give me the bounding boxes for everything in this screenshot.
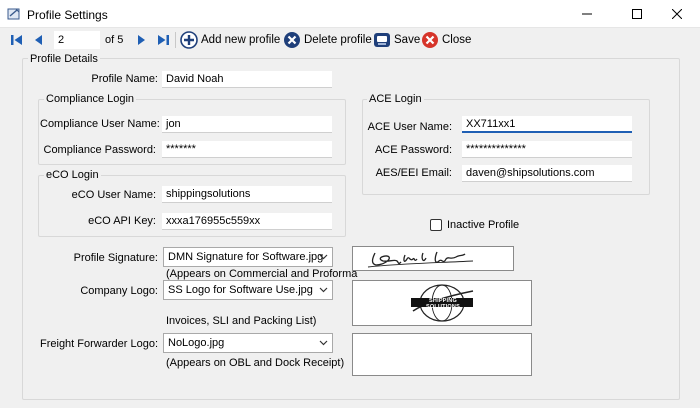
next-record-icon [138, 35, 145, 45]
window-close-button[interactable] [654, 0, 700, 28]
chevron-down-icon [319, 254, 328, 260]
save-icon [374, 33, 390, 47]
title-bar: Profile Settings [0, 0, 700, 28]
forwarder-logo-note: (Appears on OBL and Dock Receipt) [166, 357, 345, 369]
compliance-user-input[interactable]: jon [162, 116, 332, 133]
ace-user-input[interactable]: XX711xx1 [462, 116, 632, 133]
record-number-input[interactable]: 2 [54, 31, 100, 49]
eco-user-label: eCO User Name: [71, 189, 156, 201]
app-icon [7, 8, 20, 20]
profile-name-input[interactable]: David Noah [162, 71, 332, 88]
forwarder-logo-select-value: NoLogo.jpg [168, 337, 225, 349]
signature-select-value: DMN Signature for Software.jpg [168, 251, 324, 263]
forwarder-logo-preview [352, 333, 532, 376]
delete-icon [284, 32, 300, 48]
compliance-password-label: Compliance Password: [43, 144, 157, 156]
compliance-login-title: Compliance Login [44, 93, 137, 105]
close-button[interactable]: Close [421, 31, 471, 49]
ace-user-label: ACE User Name: [367, 121, 452, 133]
ace-email-label: AES/EEI Email: [375, 167, 452, 179]
close-icon [672, 9, 682, 19]
compliance-password-input[interactable]: ******* [162, 141, 332, 158]
first-record-icon [11, 35, 22, 45]
company-logo-select[interactable]: SS Logo for Software Use.jpg [163, 280, 333, 300]
previous-record-icon [35, 35, 42, 45]
ace-login-title: ACE Login [367, 93, 424, 105]
inactive-profile-checkbox[interactable] [430, 219, 442, 231]
signature-preview [352, 246, 514, 271]
profile-name-label: Profile Name: [91, 73, 158, 85]
company-logo-label: Company Logo: [80, 285, 158, 297]
add-icon [180, 31, 198, 49]
chevron-down-icon [319, 287, 328, 293]
toolbar-separator [175, 32, 176, 48]
add-profile-label: Add new profile [201, 34, 281, 46]
delete-profile-button[interactable]: Delete profile [283, 31, 372, 49]
signature-note: (Appears on Commercial and Proforma [166, 268, 358, 280]
forwarder-logo-label: Freight Forwarder Logo: [40, 338, 158, 350]
company-logo-select-value: SS Logo for Software Use.jpg [168, 284, 313, 296]
forwarder-logo-select[interactable]: NoLogo.jpg [163, 333, 333, 353]
maximize-icon [632, 9, 642, 19]
company-logo-note: Invoices, SLI and Packing List) [166, 315, 317, 327]
eco-apikey-label: eCO API Key: [88, 215, 156, 227]
compliance-user-label: Compliance User Name: [40, 118, 160, 130]
toolbar: 2 of 5 Add new profile Delete profile Sa… [0, 28, 700, 52]
eco-login-title: eCO Login [44, 169, 101, 181]
company-logo-preview: SHIPPING SOLUTIONS [352, 280, 532, 326]
previous-record-button[interactable] [30, 31, 48, 49]
minimize-button[interactable] [564, 0, 610, 28]
minimize-icon [582, 13, 592, 15]
save-button[interactable]: Save [373, 31, 420, 49]
next-record-button[interactable] [132, 31, 150, 49]
signature-select[interactable]: DMN Signature for Software.jpg [163, 247, 333, 267]
signature-image [367, 251, 474, 268]
last-record-icon [158, 35, 169, 45]
eco-user-input[interactable]: shippingsolutions [162, 186, 332, 203]
close-label: Close [442, 34, 472, 46]
signature-label: Profile Signature: [73, 252, 158, 264]
ace-password-input[interactable]: ************** [462, 141, 632, 158]
delete-profile-label: Delete profile [304, 34, 372, 46]
save-label: Save [394, 34, 421, 46]
eco-apikey-input[interactable]: xxxa176955c559xx [162, 213, 332, 230]
inactive-profile-label: Inactive Profile [447, 219, 520, 231]
ace-email-input[interactable]: daven@shipsolutions.com [462, 165, 632, 182]
last-record-button[interactable] [154, 31, 172, 49]
ace-password-label: ACE Password: [374, 144, 452, 156]
close-circle-icon [422, 32, 438, 48]
company-logo-text: SHIPPING SOLUTIONS [426, 298, 460, 310]
profile-details-title: Profile Details [28, 53, 100, 65]
first-record-button[interactable] [8, 31, 26, 49]
record-total-label: of 5 [105, 34, 124, 46]
add-profile-button[interactable]: Add new profile [180, 31, 280, 49]
chevron-down-icon [319, 340, 328, 346]
window-title: Profile Settings [27, 8, 108, 22]
